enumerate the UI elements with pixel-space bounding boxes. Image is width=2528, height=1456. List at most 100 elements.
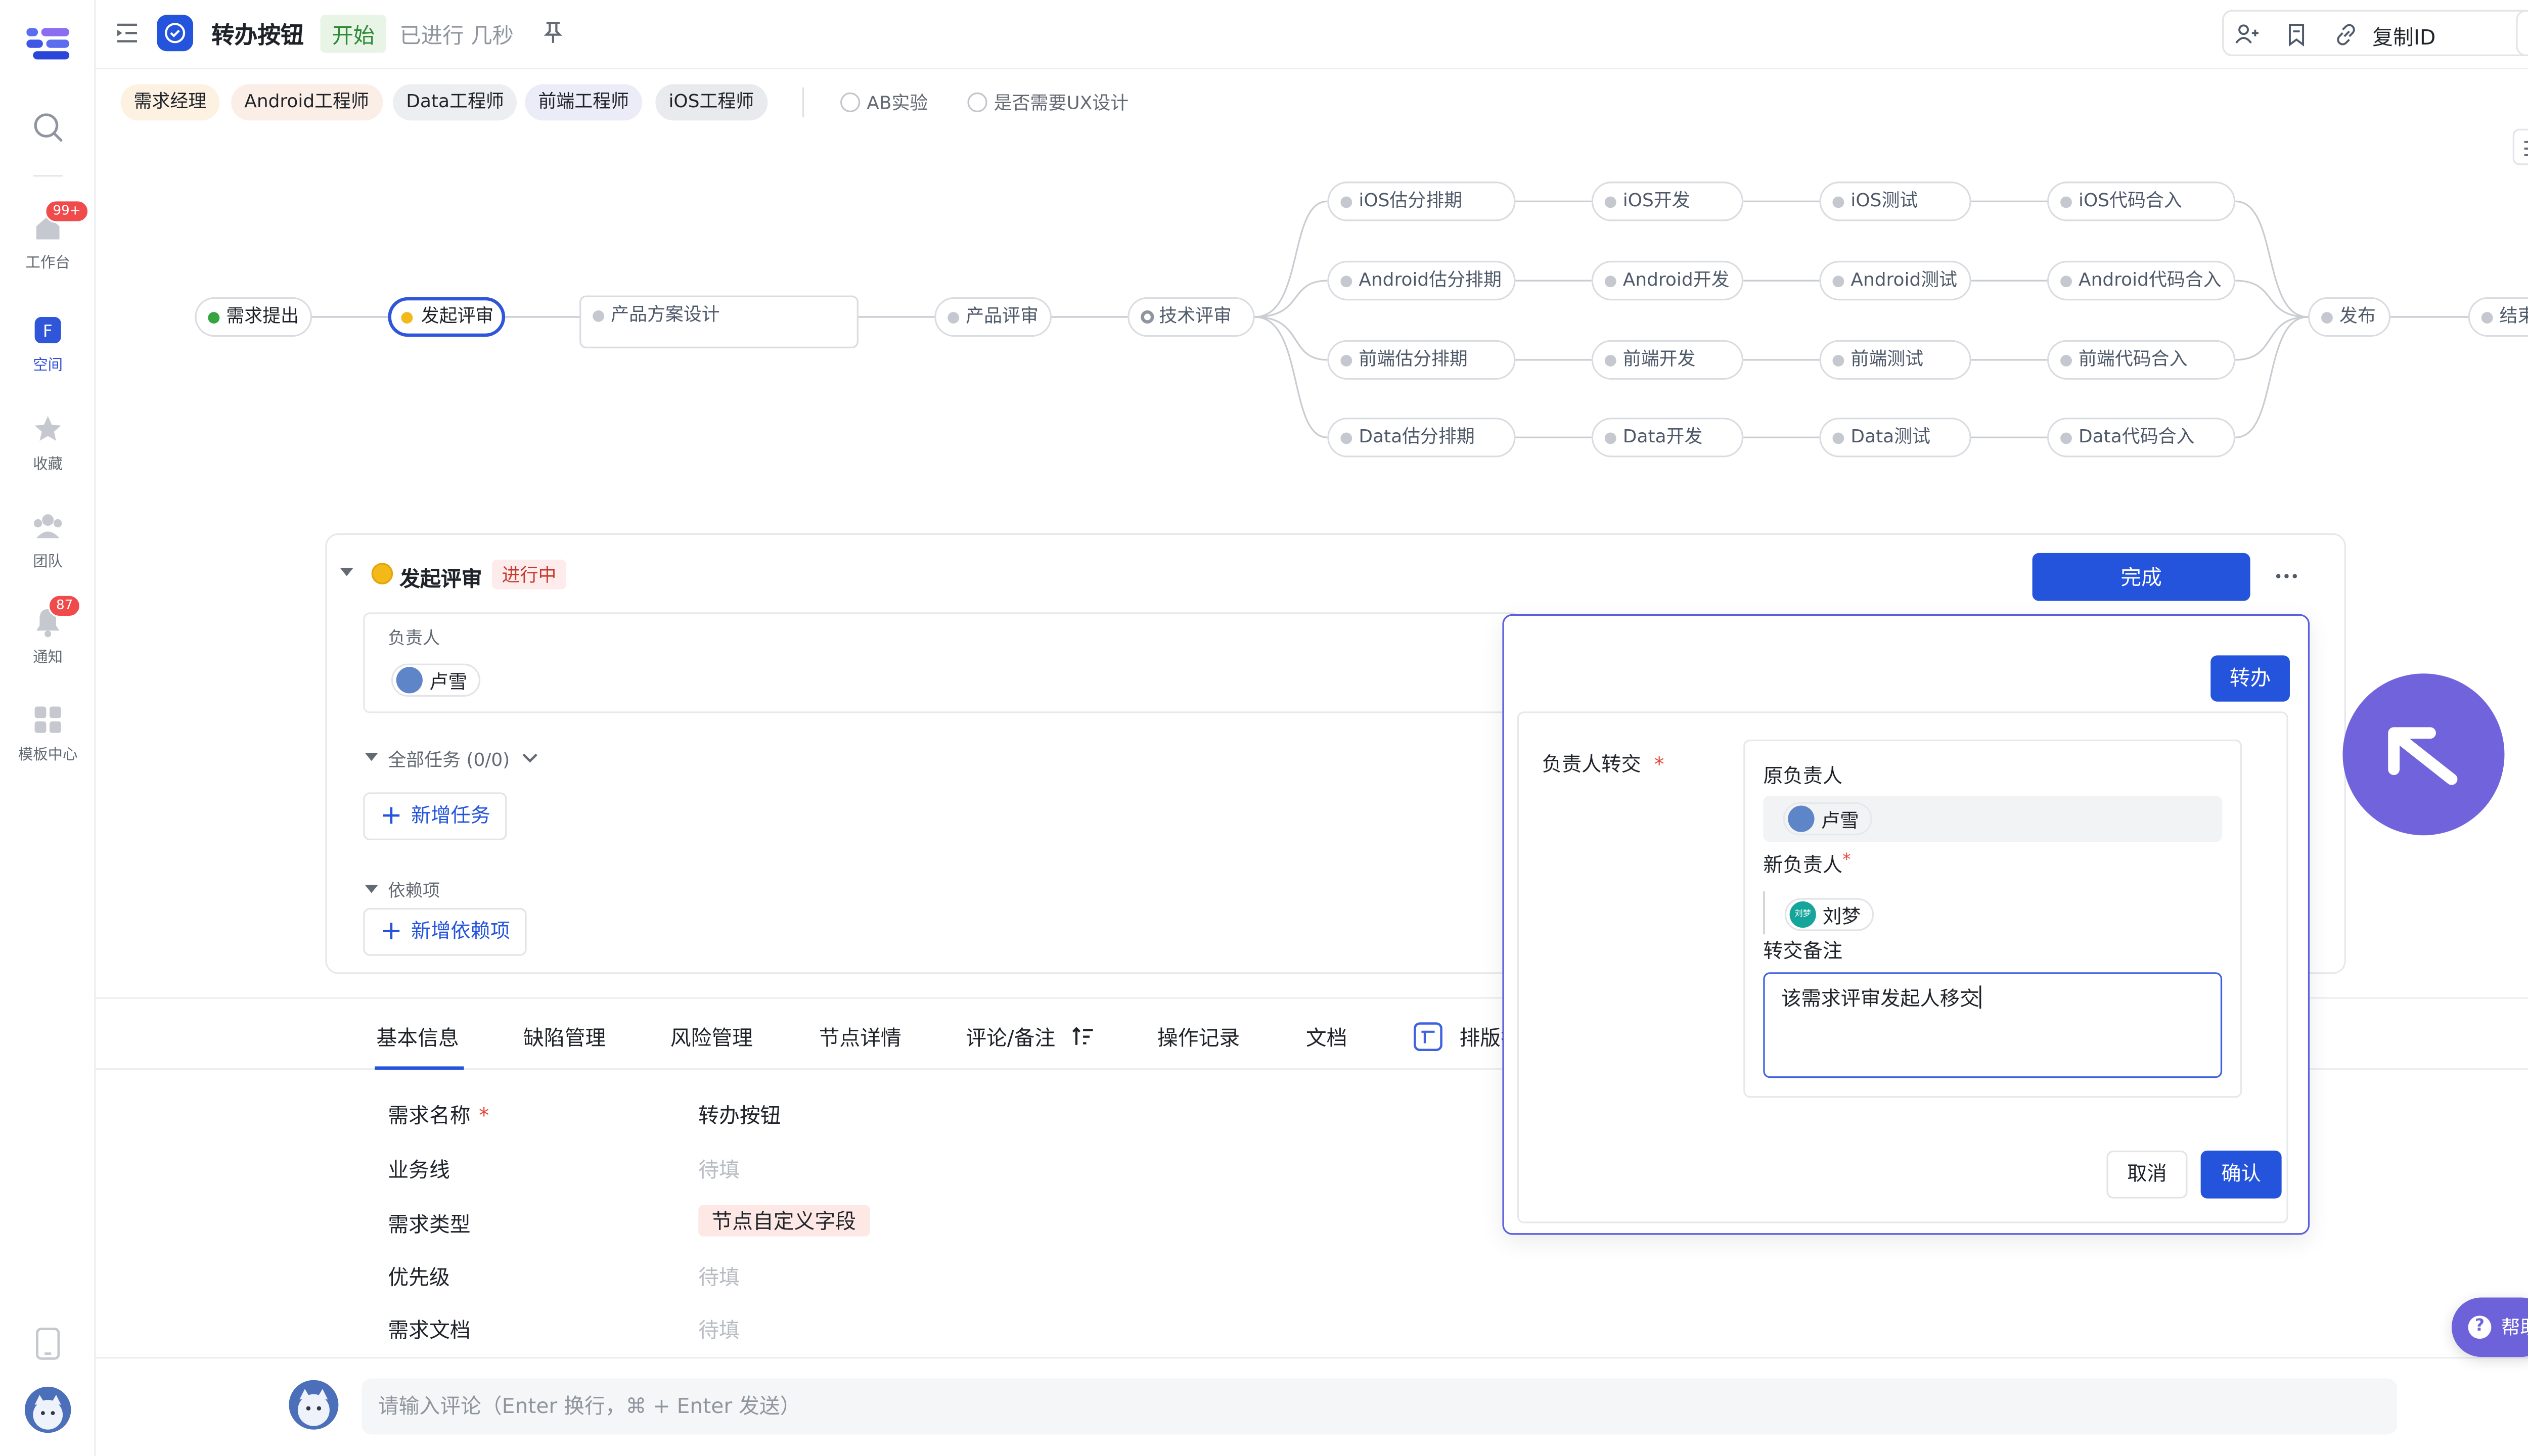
tasks-caret-icon[interactable]: [365, 752, 378, 761]
rail-item-templates[interactable]: 模板中心: [0, 703, 96, 764]
flow-node[interactable]: Android代码合入: [2047, 260, 2236, 301]
flow-node[interactable]: 需求提出: [195, 297, 312, 337]
field-label-priority: 优先级: [388, 1264, 450, 1290]
bookmark-icon[interactable]: [2283, 21, 2310, 48]
confirm-button[interactable]: 确认: [2200, 1150, 2282, 1199]
flow-node[interactable]: 前端测试: [1819, 340, 1971, 380]
tab-node-details[interactable]: 节点详情: [819, 1020, 901, 1052]
arrow-up-left-icon: [2388, 727, 2458, 785]
flow-node[interactable]: 前端估分排期: [1327, 340, 1516, 380]
type-tag: 节点自定义字段: [698, 1205, 870, 1237]
tab-comments[interactable]: 评论/备注: [966, 1020, 1095, 1052]
close-button[interactable]: [2516, 10, 2528, 58]
flow-node[interactable]: 技术评审: [1127, 297, 1255, 337]
new-owner-select[interactable]: 刘梦 刘梦: [1763, 891, 1895, 935]
tab-basic-info[interactable]: 基本信息: [376, 1020, 459, 1052]
flow-node[interactable]: Android开发: [1591, 260, 1744, 301]
link-icon[interactable]: [2333, 21, 2359, 48]
rail-item-team[interactable]: 团队: [0, 510, 96, 571]
user-avatar[interactable]: [24, 1386, 71, 1433]
tab-defects[interactable]: 缺陷管理: [523, 1020, 606, 1052]
flow-node[interactable]: 产品评审: [934, 297, 1052, 337]
cancel-button[interactable]: 取消: [2106, 1150, 2188, 1199]
flow-node[interactable]: 前端开发: [1591, 340, 1744, 380]
mobile-icon[interactable]: [35, 1327, 61, 1360]
app-logo-icon[interactable]: [26, 23, 70, 60]
ab-test-option[interactable]: AB实验: [840, 89, 928, 115]
original-owner-label: 原负责人: [1763, 764, 1843, 788]
note-text: 该需求评审发起人移交: [1781, 987, 1980, 1011]
more-icon[interactable]: [2275, 565, 2298, 588]
rail-item-space[interactable]: F 空间: [0, 316, 96, 375]
flow-node[interactable]: Data测试: [1819, 418, 1971, 458]
flow-node[interactable]: Android估分排期: [1327, 260, 1516, 301]
transfer-form: 原负责人 卢雪 新负责人* 刘梦 刘梦 转交备注 该需求评审发起人移交: [1743, 739, 2242, 1098]
new-owner-pill[interactable]: 刘梦 刘梦: [1784, 898, 1874, 931]
role-chip-data[interactable]: Data工程师: [393, 84, 517, 121]
transfer-popup: 转办 负责人转交 * 原负责人 卢雪 新负责人* 刘梦 刘梦 转交备注 该需求评…: [1502, 614, 2310, 1235]
chevron-down-icon[interactable]: [522, 749, 538, 766]
plus-icon: [383, 807, 400, 824]
rail-item-notifications[interactable]: 通知: [0, 606, 96, 667]
flow-node[interactable]: iOS开发: [1591, 181, 1744, 221]
field-value-type[interactable]: 节点自定义字段: [698, 1203, 870, 1237]
field-value-business-line[interactable]: 待填: [698, 1152, 740, 1184]
add-dependency-button[interactable]: 新增依赖项: [363, 907, 527, 956]
pin-icon[interactable]: [541, 20, 565, 46]
copy-id-button[interactable]: 复制ID: [2372, 20, 2435, 51]
field-value-name[interactable]: 转办按钮: [698, 1098, 781, 1129]
search-icon[interactable]: [31, 111, 64, 144]
transfer-button[interactable]: 转办: [2210, 655, 2290, 702]
divider: [802, 87, 804, 117]
elapsed-time: 已进行 几秒: [399, 24, 514, 50]
add-task-button[interactable]: 新增任务: [363, 792, 507, 841]
tab-risks[interactable]: 风险管理: [670, 1020, 753, 1052]
all-tasks-label[interactable]: 全部任务 (0/0): [388, 746, 510, 772]
flow-node[interactable]: Data代码合入: [2047, 418, 2236, 458]
owner-field[interactable]: 负责人 卢雪: [363, 612, 1519, 713]
new-owner-label: 新负责人*: [1763, 850, 1850, 879]
rail-item-favorites[interactable]: 收藏: [0, 413, 96, 474]
label-text: 新负责人: [1763, 853, 1843, 877]
field-label-name: 需求名称 *: [388, 1098, 489, 1129]
node-status-badge: 进行中: [492, 559, 566, 589]
field-label-business-line: 业务线: [388, 1157, 450, 1182]
flow-node[interactable]: iOS代码合入: [2047, 181, 2236, 221]
sort-icon[interactable]: [1072, 1025, 1095, 1049]
cat-avatar-icon: [33, 1395, 63, 1430]
cursor-highlight: [2342, 673, 2505, 836]
flow-node[interactable]: Android测试: [1819, 260, 1971, 301]
comment-input[interactable]: 请输入评论（Enter 换行，⌘ + Enter 发送）: [362, 1378, 2398, 1435]
flow-node[interactable]: 发布: [2308, 297, 2391, 337]
role-chip-frontend[interactable]: 前端工程师: [525, 84, 643, 121]
view-settings-button[interactable]: [2512, 128, 2528, 165]
ux-design-option[interactable]: 是否需要UX设计: [967, 89, 1128, 115]
owner-user-pill[interactable]: 卢雪: [391, 663, 481, 697]
flow-node[interactable]: iOS测试: [1819, 181, 1971, 221]
members-icon[interactable]: [2234, 21, 2260, 48]
flow-node-current[interactable]: 发起评审: [388, 297, 506, 337]
field-value-document[interactable]: 待填: [698, 1312, 740, 1344]
tab-documents[interactable]: 文档: [1306, 1020, 1347, 1052]
sidebar-toggle-icon[interactable]: [114, 20, 140, 46]
field-value-priority[interactable]: 待填: [698, 1259, 740, 1291]
flow-node[interactable]: Data开发: [1591, 418, 1744, 458]
help-button[interactable]: ? 帮助: [2451, 1297, 2528, 1357]
owner-name: 卢雪: [429, 670, 468, 694]
role-chip-android[interactable]: Android工程师: [231, 84, 383, 121]
flow-node[interactable]: Data估分排期: [1327, 418, 1516, 458]
flow-node[interactable]: 结束: [2468, 297, 2528, 337]
role-chip-product-manager[interactable]: 需求经理: [120, 84, 220, 121]
flow-node[interactable]: iOS估分排期: [1327, 181, 1516, 221]
deps-caret-icon[interactable]: [365, 885, 378, 893]
tab-operation-log[interactable]: 操作记录: [1157, 1020, 1240, 1052]
close-icon: [2518, 12, 2528, 58]
table-icon: [1414, 1022, 1442, 1052]
flow-node[interactable]: 前端代码合入: [2047, 340, 2236, 380]
status-badge[interactable]: 开始: [320, 15, 387, 53]
complete-button[interactable]: 完成: [2032, 553, 2250, 601]
role-chip-ios[interactable]: iOS工程师: [655, 84, 768, 121]
collapse-caret-icon[interactable]: [340, 568, 353, 576]
transfer-note-input[interactable]: 该需求评审发起人移交: [1763, 972, 2223, 1078]
flow-node[interactable]: 产品方案设计: [579, 295, 859, 348]
